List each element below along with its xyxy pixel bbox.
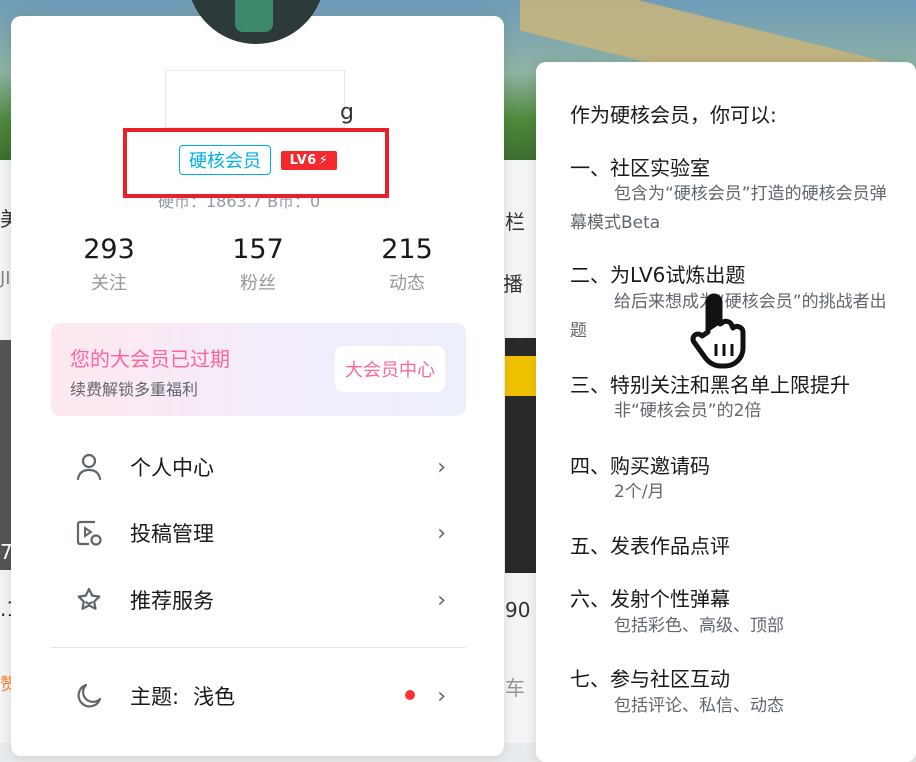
- menu-item-theme[interactable]: 主题: 浅色 ›: [70, 676, 450, 716]
- star-icon: [70, 581, 108, 619]
- stat-followers[interactable]: 157 粉丝: [198, 234, 318, 295]
- stat-following[interactable]: 293 关注: [49, 234, 169, 295]
- tooltip-item-heading: 七、参与社区互动: [570, 667, 730, 691]
- username-text[interactable]: g: [340, 100, 354, 125]
- username-redaction: [165, 70, 345, 128]
- menu-item-label: 投稿管理: [130, 522, 214, 546]
- menu-item-personal-center[interactable]: 个人中心 ›: [70, 447, 450, 487]
- tooltip-item-desc: 包括评论、私信、动态: [614, 696, 784, 716]
- stat-label: 关注: [91, 273, 127, 294]
- tooltip-item-desc: 包括彩色、高级、顶部: [614, 616, 784, 636]
- menu-item-label: 个人中心: [130, 456, 214, 480]
- divider: [51, 647, 466, 648]
- stat-label: 动态: [389, 273, 425, 294]
- hardcore-member-badge[interactable]: 硬核会员: [179, 145, 271, 175]
- theme-value: 浅色: [193, 685, 236, 709]
- tooltip-item-desc: 2个/月: [614, 482, 665, 502]
- chevron-right-icon: ›: [437, 521, 446, 546]
- bg-text: JI: [0, 268, 11, 289]
- chevron-right-icon: ›: [437, 684, 446, 709]
- bg-text: 车: [505, 676, 525, 700]
- tooltip-item-heading: 五、发表作品点评: [570, 534, 730, 558]
- stat-value: 293: [83, 234, 135, 265]
- tooltip-item-heading: 四、购买邀请码: [570, 454, 710, 478]
- level-badge[interactable]: LV6 ⚡: [281, 151, 337, 170]
- tooltip-item-heading: 一、社区实验室: [570, 156, 710, 180]
- person-icon: [70, 448, 108, 486]
- menu-item-upload-manage[interactable]: 投稿管理 ›: [70, 513, 450, 553]
- bg-text: 90: [505, 598, 531, 622]
- bg-text: 栏: [505, 210, 525, 234]
- tooltip-item-heading: 六、发射个性弹幕: [570, 587, 730, 611]
- vip-title: 您的大会员已过期: [70, 347, 230, 371]
- lightning-icon: ⚡: [318, 153, 329, 168]
- vip-subtitle: 续费解锁多重福利: [70, 380, 199, 399]
- menu-item-recommend-service[interactable]: 推荐服务 ›: [70, 580, 450, 620]
- tooltip-item-desc: 非“硬核会员”的2倍: [614, 401, 762, 421]
- tooltip-item-desc: 包含为“硬核会员”打造的硬核会员弹幕模式Beta: [570, 184, 887, 233]
- vip-center-button[interactable]: 大会员中心: [335, 346, 445, 392]
- stat-label: 粉丝: [240, 273, 276, 294]
- moon-icon: [70, 677, 108, 715]
- notification-dot: [405, 690, 415, 700]
- hand-pointer-icon: [686, 292, 756, 376]
- tooltip-title: 作为硬核会员，你可以:: [570, 103, 777, 127]
- theme-label: 主题:: [130, 685, 180, 709]
- upload-manage-icon: [70, 514, 108, 552]
- menu-item-label: 推荐服务: [130, 589, 214, 613]
- level-text: LV6: [289, 153, 317, 168]
- stat-value: 215: [381, 234, 433, 265]
- chevron-right-icon: ›: [437, 455, 446, 480]
- stat-dynamics[interactable]: 215 动态: [347, 234, 467, 295]
- bg-text: 播: [503, 272, 523, 296]
- chevron-right-icon: ›: [437, 588, 446, 613]
- stat-value: 157: [232, 234, 284, 265]
- tooltip-item-heading: 二、为LV6试炼出题: [570, 263, 746, 287]
